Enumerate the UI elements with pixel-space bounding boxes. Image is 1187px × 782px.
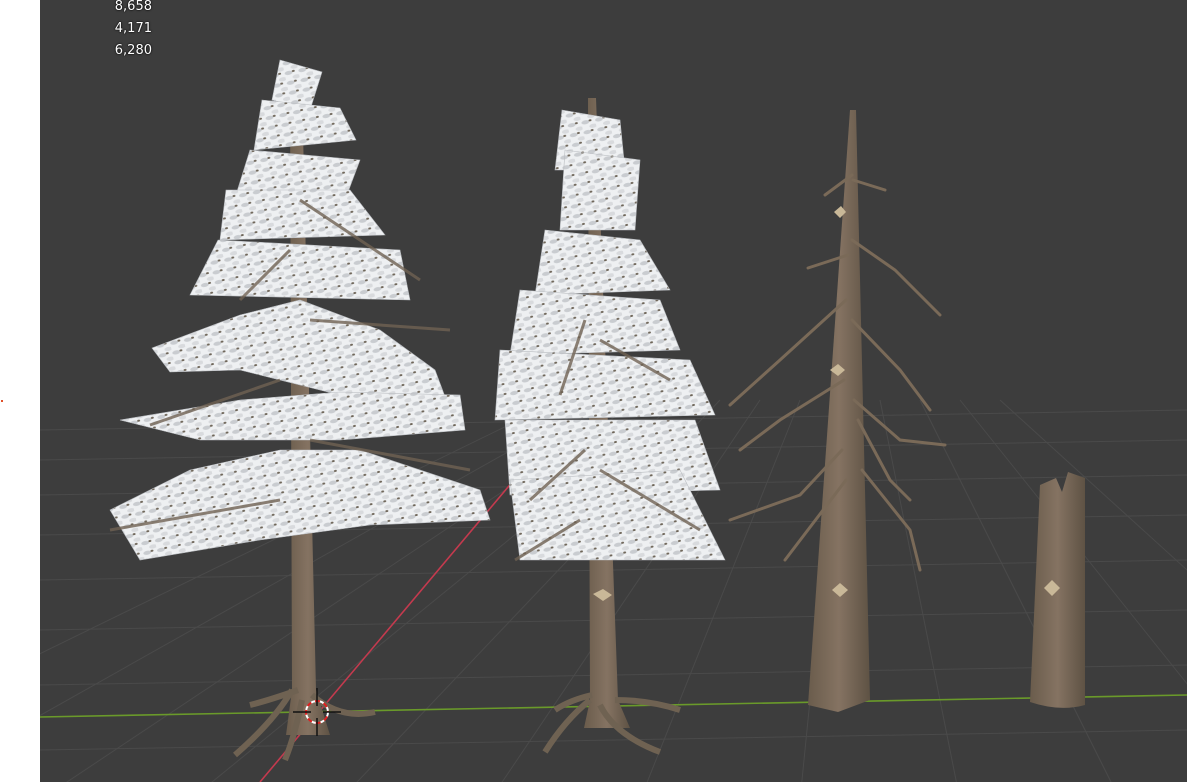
stat-row-3: les 6,280 [40,43,152,66]
snow-pine-tree-left[interactable] [109,59,491,762]
dead-pine-tree[interactable] [728,110,947,712]
viewport-canvas[interactable] [40,0,1187,782]
scene-statistics-overlay: 8,658 4,171 les 6,280 [40,0,152,66]
panel-edge-marker [1,400,3,402]
left-panel-strip [0,0,40,782]
stat-value: 8,658 [114,0,152,14]
tree-stump[interactable] [1030,472,1085,708]
stat-value: 4,171 [114,21,152,36]
3d-viewport[interactable]: 8,658 4,171 les 6,280 [40,0,1187,782]
snow-pine-tree-middle[interactable] [494,98,726,755]
stat-value: 6,280 [114,43,152,58]
blender-app: 8,658 4,171 les 6,280 [0,0,1187,782]
